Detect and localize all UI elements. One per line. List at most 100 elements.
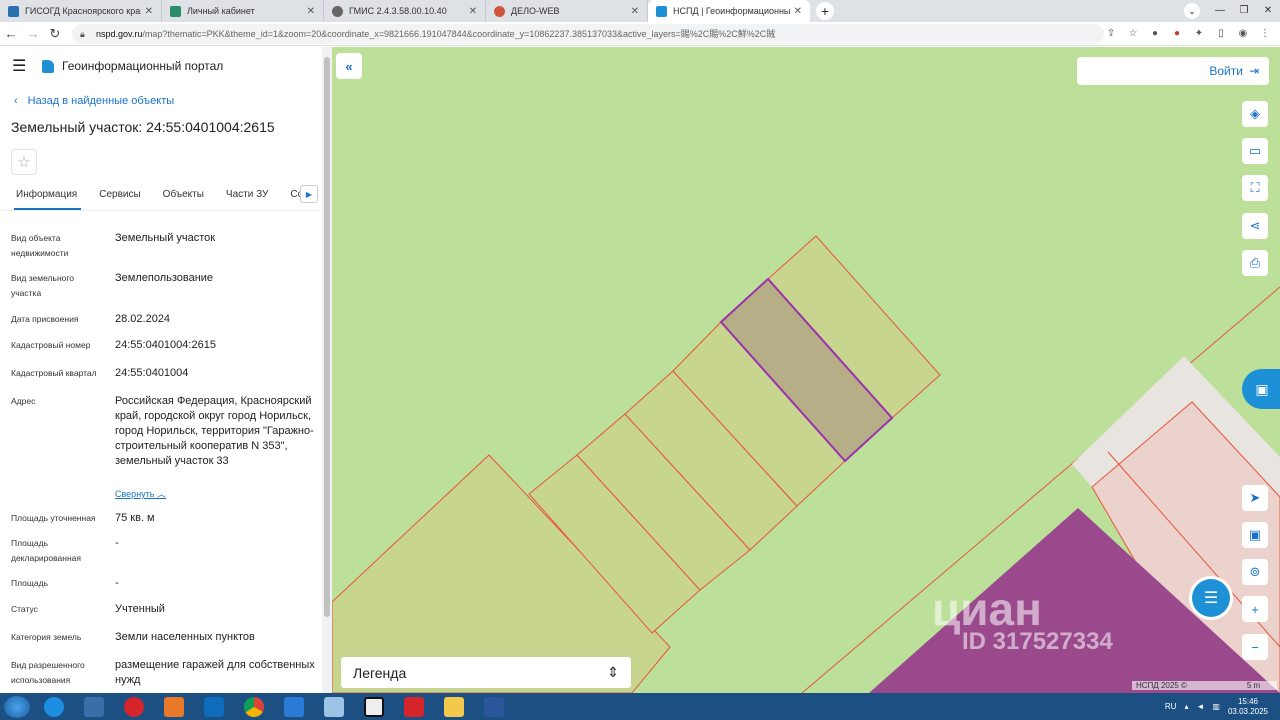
tab-objects[interactable]: Объекты [157,185,210,210]
tab-title: ДЕЛО-WEB [511,6,560,16]
property-key: Кадастровый номер [11,340,91,350]
bookmark-star-icon[interactable]: ☆ [1126,27,1140,41]
collapse-panel-button[interactable]: « [336,53,362,79]
forward-arrow-icon[interactable]: → [22,26,44,41]
browser-tab[interactable]: ГМИС 2.4.3.58.00.10.40 ✕ [324,0,486,22]
browser-tab[interactable]: ГИСОГД Красноярского края ✕ [0,0,162,22]
select-area-icon: ⛶ [1250,180,1260,195]
word-icon [484,696,504,717]
ruler-button[interactable]: ▭ [1242,138,1268,164]
legend-dropdown[interactable]: Легенда ⇕ [341,657,631,688]
layers-icon: ◈ [1250,106,1260,121]
sidebar-icon[interactable]: ▯ [1214,27,1228,41]
share-button[interactable]: ⋖ [1242,213,1268,239]
share-icon: ⋖ [1249,218,1261,233]
favicon-icon [170,5,181,17]
browser-tab[interactable]: ДЕЛО-WEB ✕ [486,0,648,22]
plus-icon: + [1251,601,1259,617]
taskbar-word[interactable] [476,695,512,719]
taskbar-7zip[interactable] [356,695,392,719]
volume-icon[interactable]: ◄ [1196,702,1204,711]
close-icon[interactable]: ✕ [307,6,315,17]
chat-icon: ☰ [1203,590,1219,607]
reload-icon[interactable]: ↻ [44,26,66,42]
menu-dots-icon[interactable]: ⋮ [1258,27,1272,41]
url-host: nspd.gov.ru [96,28,143,39]
taskbar-media[interactable] [156,695,192,719]
taskbar-app[interactable] [76,695,112,719]
restore-icon[interactable]: ❐ [1232,0,1256,20]
scrollbar-thumb[interactable] [324,57,330,617]
close-icon[interactable]: ✕ [794,6,802,17]
url-path: /map?thematic=PKK&theme_id=1&zoom=20&coo… [142,29,776,39]
tab-parts[interactable]: Части ЗУ [220,185,274,210]
favorite-star-icon[interactable]: ☆ [11,149,37,175]
puzzle-icon[interactable]: ✦ [1192,27,1206,41]
taskbar-ie[interactable] [36,695,72,719]
browser-tab[interactable]: Личный кабинет ✕ [162,0,324,22]
tab-title: НСПД | Геоинформационный п [673,6,790,16]
back-arrow-icon[interactable]: ← [0,26,22,41]
close-icon[interactable]: ✕ [631,6,639,17]
tab-search-icon[interactable]: ⌄ [1184,3,1200,19]
geo-search-icon: ⊚ [1249,564,1261,579]
back-to-results-link[interactable]: ‹ Назад в найденные объекты [14,95,322,107]
profile-icon[interactable]: ◉ [1236,27,1250,41]
login-button[interactable]: Войти ⇥ [1077,57,1269,85]
print-button[interactable]: ⎙ [1242,250,1268,276]
extension-icon[interactable]: ● [1148,27,1162,41]
taskbar-app[interactable] [316,695,352,719]
locate-button[interactable]: ➤ [1242,485,1268,511]
zoom-in-button[interactable]: + [1242,596,1268,622]
chevron-up-icon: ︿ [157,489,167,499]
collapse-label: Свернуть [115,489,155,499]
property-value: Российская Федерация, Красноярский край,… [115,395,314,467]
url-input[interactable]: 🔒︎ nspd.gov.ru/map?thematic=PKK&theme_id… [72,23,1104,44]
favicon-icon [494,5,505,17]
document-icon [324,696,344,717]
7zip-icon [364,696,384,717]
layers-button[interactable]: ◈ [1242,101,1268,127]
tab-services[interactable]: Сервисы [93,185,146,210]
side-widget-button[interactable]: ▣ [1242,369,1280,409]
browser-tab-bar: ГИСОГД Красноярского края ✕ Личный кабине… [0,0,1280,22]
language-indicator[interactable]: RU [1165,702,1177,711]
share-page-icon[interactable]: ⇪ [1104,27,1118,41]
network-icon[interactable]: ▥ [1212,702,1220,711]
tray-expand-icon[interactable]: ▴ [1184,702,1188,711]
select-area-button[interactable]: ⛶ [1242,175,1268,201]
navigation-arrow-icon: ➤ [1249,490,1261,505]
taskbar-explorer[interactable] [436,695,472,719]
browser-tab-active[interactable]: НСПД | Геоинформационный п ✕ [648,0,810,22]
panel-scrollbar[interactable] [322,47,332,693]
property-key: Дата присвоения [11,314,79,324]
geo-search-button[interactable]: ⊚ [1242,559,1268,585]
close-window-icon[interactable]: ✕ [1256,0,1280,20]
zoom-out-button[interactable]: − [1242,634,1268,660]
lync-icon [284,696,304,717]
tab-title: Личный кабинет [187,6,255,16]
close-icon[interactable]: ✕ [145,6,153,17]
minimap-button[interactable]: ▣ [1242,522,1268,548]
taskbar-lync[interactable] [276,695,312,719]
extension-icon[interactable]: ● [1170,27,1184,41]
new-tab-button[interactable]: + [816,2,834,20]
tab-info[interactable]: Информация [10,185,83,210]
hamburger-menu-icon[interactable]: ☰ [12,56,36,76]
chat-button[interactable]: ☰ [1192,579,1230,617]
start-button[interactable] [4,695,30,718]
taskbar-outlook[interactable] [196,695,232,719]
taskbar-chrome[interactable] [236,695,272,719]
minimize-icon[interactable]: — [1208,0,1232,20]
map-view[interactable]: циан ID 317527334 « Войти ⇥ ◈ ▭ ⛶ ⋖ ⎙ ▣ ➤ … [332,47,1280,693]
property-key: Вид объекта недвижимости [11,233,69,258]
chrome-icon [244,696,264,717]
close-icon[interactable]: ✕ [469,6,477,17]
taskbar-opera[interactable] [116,695,152,719]
taskbar-acrobat[interactable] [396,695,432,719]
clock-time: 15:46 [1237,696,1258,706]
outlook-icon [204,696,224,717]
tabs-scroll-right-icon[interactable]: ▶ [300,185,318,203]
clock[interactable]: 15:46 03.03.2025 [1228,697,1268,717]
collapse-address-link[interactable]: Свернуть ︿ [115,487,166,500]
